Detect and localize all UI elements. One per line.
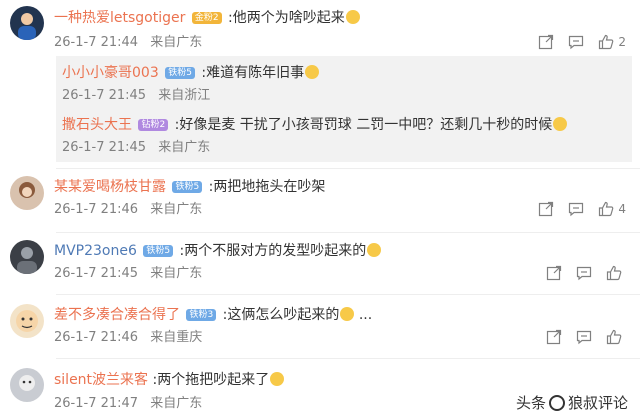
emoji-icon xyxy=(553,117,568,131)
comment-text: :两把地拖头在吵架 xyxy=(208,179,326,195)
like-button[interactable] xyxy=(606,329,626,345)
thumbs-up-icon xyxy=(606,265,622,281)
comment-location: 来自广东 xyxy=(150,35,203,50)
reply-username[interactable]: 撒石头大王 xyxy=(62,117,132,133)
username[interactable]: 某某爱喝杨枝甘露 xyxy=(54,179,166,195)
comment-location: 来自广东 xyxy=(150,202,203,217)
comment-location: 来自广东 xyxy=(150,396,203,411)
avatar[interactable] xyxy=(10,176,44,210)
comment-icon xyxy=(569,35,584,50)
reply-thread: 小小小豪哥003 铁粉5 :难道有陈年旧事 26-1-7 21:45 来自浙江 … xyxy=(56,56,632,162)
comment-text: :两个拖把吵起来了 xyxy=(152,372,270,388)
divider xyxy=(56,232,640,233)
comment-location: 来自广东 xyxy=(150,266,203,281)
username[interactable]: MVP23one6 xyxy=(54,243,137,259)
reply-location: 来自浙江 xyxy=(158,88,211,103)
fan-badge: 铁粉5 xyxy=(172,181,203,193)
fan-badge: 铁粉5 xyxy=(165,67,195,79)
emoji-icon xyxy=(367,243,382,257)
share-button[interactable] xyxy=(546,329,562,345)
share-button[interactable] xyxy=(546,265,562,281)
like-button[interactable]: 4 xyxy=(598,201,626,217)
avatar[interactable] xyxy=(10,368,44,402)
reply-location: 来自广东 xyxy=(158,140,211,155)
emoji-icon xyxy=(270,372,285,386)
thumbs-up-icon xyxy=(599,201,614,217)
reply-text: :难道有陈年旧事 xyxy=(201,65,305,81)
comment-icon xyxy=(576,266,592,281)
username[interactable]: silent波兰来客 xyxy=(54,372,148,388)
avatar[interactable] xyxy=(10,304,44,338)
emoji-icon xyxy=(340,307,355,321)
share-button[interactable] xyxy=(538,201,554,217)
reply-button[interactable] xyxy=(576,265,592,281)
username[interactable]: 差不多凑合凑合得了 xyxy=(54,307,180,323)
share-icon xyxy=(539,34,554,50)
comment-time: 26-1-7 21:46 xyxy=(54,202,139,217)
thumbs-up-icon xyxy=(599,34,614,50)
emoji-icon xyxy=(345,10,360,24)
divider xyxy=(56,168,640,169)
comment-time: 26-1-7 21:45 xyxy=(54,266,139,281)
reply-text: :好像是麦 干扰了小孩哥罚球 二罚一中吧？还剩几十秒的时候 xyxy=(174,117,553,133)
fan-badge: 钻粉2 xyxy=(138,119,169,131)
comment-text: :他两个为啥吵起来 xyxy=(228,10,345,26)
avatar[interactable] xyxy=(10,6,44,40)
reply-button[interactable] xyxy=(576,329,592,345)
share-button[interactable] xyxy=(538,34,554,50)
account-icon xyxy=(548,395,565,411)
reply-button[interactable] xyxy=(568,201,584,217)
comment-text: :这俩怎么吵起来的 xyxy=(222,307,340,323)
emoji-icon xyxy=(305,65,320,79)
fan-badge: 金粉2 xyxy=(191,12,222,24)
share-icon xyxy=(546,265,562,281)
avatar[interactable] xyxy=(10,240,44,274)
watermark: 头条 狼叔评论 xyxy=(516,392,628,413)
thumbs-up-icon xyxy=(606,329,622,345)
comment-time: 26-1-7 21:47 xyxy=(54,396,139,411)
watermark-prefix: 头条 xyxy=(515,394,546,412)
divider xyxy=(56,294,640,295)
like-button[interactable]: 2 xyxy=(598,34,626,50)
fan-badge: 铁粉3 xyxy=(186,309,217,321)
comment-time: 26-1-7 21:46 xyxy=(54,330,139,345)
reply-button[interactable] xyxy=(568,34,584,50)
comment-icon xyxy=(569,202,584,217)
comment-text: :两个不服对方的发型吵起来的 xyxy=(179,243,367,259)
reply-time: 26-1-7 21:45 xyxy=(62,140,147,155)
reply-time: 26-1-7 21:45 xyxy=(62,88,147,103)
username[interactable]: 一种热爱letsgotiger xyxy=(54,10,185,26)
comment-location: 来自重庆 xyxy=(150,330,203,345)
comment-icon xyxy=(576,330,592,345)
divider xyxy=(56,358,640,359)
fan-badge: 铁粉5 xyxy=(143,245,174,257)
comment-time: 26-1-7 21:44 xyxy=(54,35,139,50)
like-count: 4 xyxy=(618,202,626,216)
like-count: 2 xyxy=(618,35,626,49)
like-button[interactable] xyxy=(606,265,626,281)
share-icon xyxy=(546,329,562,345)
ellipsis: ... xyxy=(358,307,373,323)
share-icon xyxy=(539,201,554,217)
watermark-suffix: 狼叔评论 xyxy=(567,394,628,412)
reply-username[interactable]: 小小小豪哥003 xyxy=(62,65,159,81)
